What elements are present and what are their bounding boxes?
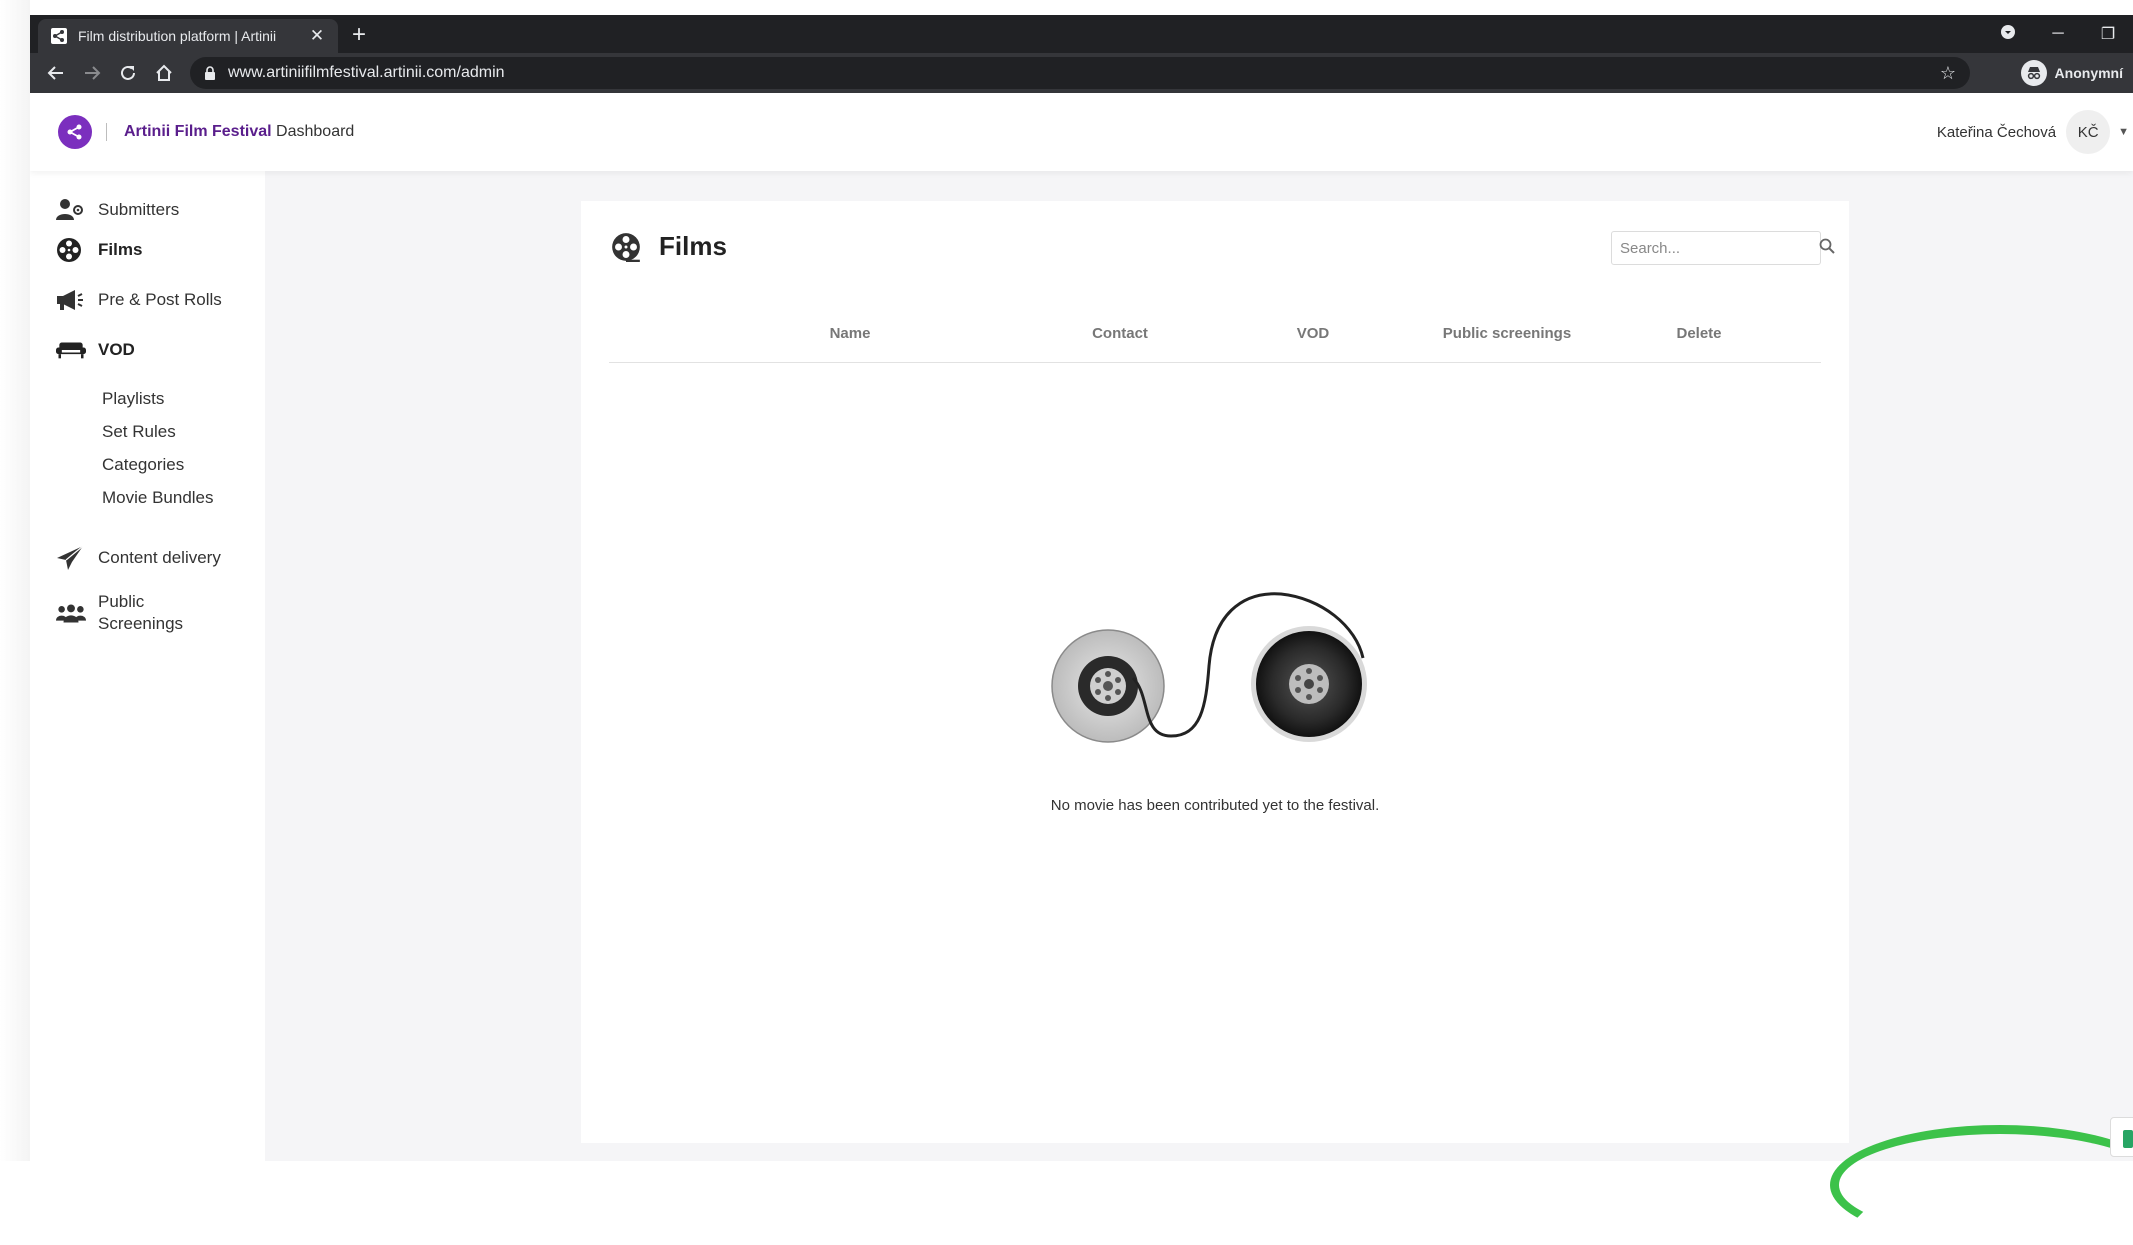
- new-tab-button[interactable]: +: [348, 23, 370, 47]
- chat-widget-icon: [2123, 1130, 2133, 1148]
- sidebar-item-films[interactable]: Films: [56, 237, 142, 263]
- sidebar-item-label: Public Screenings: [98, 591, 183, 635]
- user-cog-icon: [56, 197, 86, 223]
- page-section: Dashboard: [276, 123, 355, 140]
- restore-icon[interactable]: ❐: [2083, 24, 2133, 44]
- column-header-vod[interactable]: VOD: [1297, 325, 1330, 342]
- paper-plane-icon: [56, 545, 86, 571]
- sidebar: Submitters Films Pre & Post Rolls VOD Pl…: [30, 171, 265, 1161]
- chat-widget-button[interactable]: [2110, 1117, 2133, 1157]
- lock-icon: [204, 66, 216, 80]
- empty-state-message: No movie has been contributed yet to the…: [1050, 797, 1380, 814]
- avatar[interactable]: KČ: [2066, 110, 2111, 154]
- sidebar-subitem-categories[interactable]: Categories: [102, 455, 184, 475]
- url-text[interactable]: www.artiniifilmfestival.artinii.com/admi…: [228, 64, 1940, 82]
- user-menu[interactable]: Kateřina Čechová KČ ▼: [1937, 110, 2133, 154]
- user-name: Kateřina Čechová: [1936, 123, 2057, 141]
- decorative-green-arc: [1830, 1125, 2133, 1245]
- page-title: Films: [611, 231, 727, 262]
- sidebar-subitem-playlists[interactable]: Playlists: [102, 389, 164, 409]
- tab-title: Film distribution platform | Artinii: [78, 28, 277, 44]
- search-icon[interactable]: [1819, 238, 1835, 259]
- sidebar-item-label: VOD: [98, 340, 135, 359]
- sidebar-item-label-line1: Public: [98, 592, 145, 611]
- column-header-name[interactable]: Name: [830, 325, 871, 342]
- minimize-icon[interactable]: ─: [2033, 25, 2083, 43]
- bookmark-star-icon[interactable]: ☆: [1940, 63, 1956, 84]
- search-input[interactable]: [1620, 239, 1819, 257]
- browser-toolbar: www.artiniifilmfestival.artinii.com/admi…: [30, 53, 2133, 93]
- column-header-delete[interactable]: Delete: [1676, 325, 1721, 342]
- sidebar-item-vod[interactable]: VOD: [56, 337, 135, 363]
- incognito-icon: [2020, 60, 2047, 86]
- back-icon[interactable]: [38, 55, 74, 91]
- film-reel-icon: [56, 237, 86, 263]
- page-title-text: Films: [659, 231, 727, 261]
- header-divider: [106, 123, 107, 141]
- sidebar-item-label: Pre & Post Rolls: [98, 290, 222, 309]
- tab-close-icon[interactable]: ✕: [308, 26, 326, 45]
- browser-window: Film distribution platform | Artinii ✕ +…: [30, 15, 2133, 1161]
- tab-bar: Film distribution platform | Artinii ✕ +…: [30, 15, 2133, 53]
- festival-name[interactable]: Artinii Film Festival: [124, 123, 272, 140]
- breadcrumb: Artinii Film Festival Dashboard: [124, 123, 354, 141]
- chevron-down-icon[interactable]: ▼: [2118, 126, 2129, 138]
- sidebar-item-label: Films: [98, 240, 143, 259]
- app-header: Artinii Film Festival Dashboard Kateřina…: [30, 93, 2133, 171]
- reload-icon[interactable]: [110, 55, 146, 91]
- home-icon[interactable]: [146, 55, 182, 91]
- tab-search-icon[interactable]: [1983, 24, 2033, 45]
- sidebar-subitem-movie-bundles[interactable]: Movie Bundles: [102, 488, 214, 508]
- sidebar-item-content-delivery[interactable]: Content delivery: [56, 545, 221, 571]
- column-header-public-screenings[interactable]: Public screenings: [1443, 325, 1571, 342]
- search-box: [1611, 231, 1835, 265]
- couch-icon: [56, 337, 86, 363]
- films-card: Films Name Contact VOD Public screenings…: [581, 201, 1849, 1143]
- sidebar-item-pre-post-rolls[interactable]: Pre & Post Rolls: [56, 287, 222, 313]
- column-header-contact[interactable]: Contact: [1092, 325, 1148, 342]
- forward-icon[interactable]: [74, 55, 110, 91]
- megaphone-icon: [56, 287, 86, 313]
- sidebar-subitem-set-rules[interactable]: Set Rules: [102, 422, 176, 442]
- sidebar-item-label: Submitters: [98, 200, 180, 219]
- screen-left-margin: [0, 0, 30, 1161]
- incognito-profile-button[interactable]: Anonymní: [2020, 58, 2123, 88]
- browser-tab[interactable]: Film distribution platform | Artinii ✕: [38, 19, 338, 53]
- profile-label: Anonymní: [2054, 65, 2123, 81]
- film-reels-illustration: [1051, 586, 1381, 746]
- artinii-logo-icon[interactable]: [58, 115, 92, 149]
- sidebar-item-label: Content delivery: [98, 548, 221, 567]
- artinii-favicon-icon: [50, 27, 68, 45]
- sidebar-item-public-screenings[interactable]: Public Screenings: [56, 591, 183, 635]
- film-reel-icon: [611, 232, 641, 262]
- screen-top-margin: [0, 0, 2133, 15]
- sidebar-item-label-line2: Screenings: [98, 614, 184, 633]
- window-controls: ─ ❐: [1983, 15, 2133, 53]
- sidebar-item-submitters[interactable]: Submitters: [56, 197, 179, 223]
- table-header: Name Contact VOD Public screenings Delet…: [609, 311, 1821, 363]
- users-icon: [56, 601, 86, 627]
- address-bar[interactable]: www.artiniifilmfestival.artinii.com/admi…: [190, 57, 1970, 89]
- main-content: Films Name Contact VOD Public screenings…: [265, 171, 2133, 1161]
